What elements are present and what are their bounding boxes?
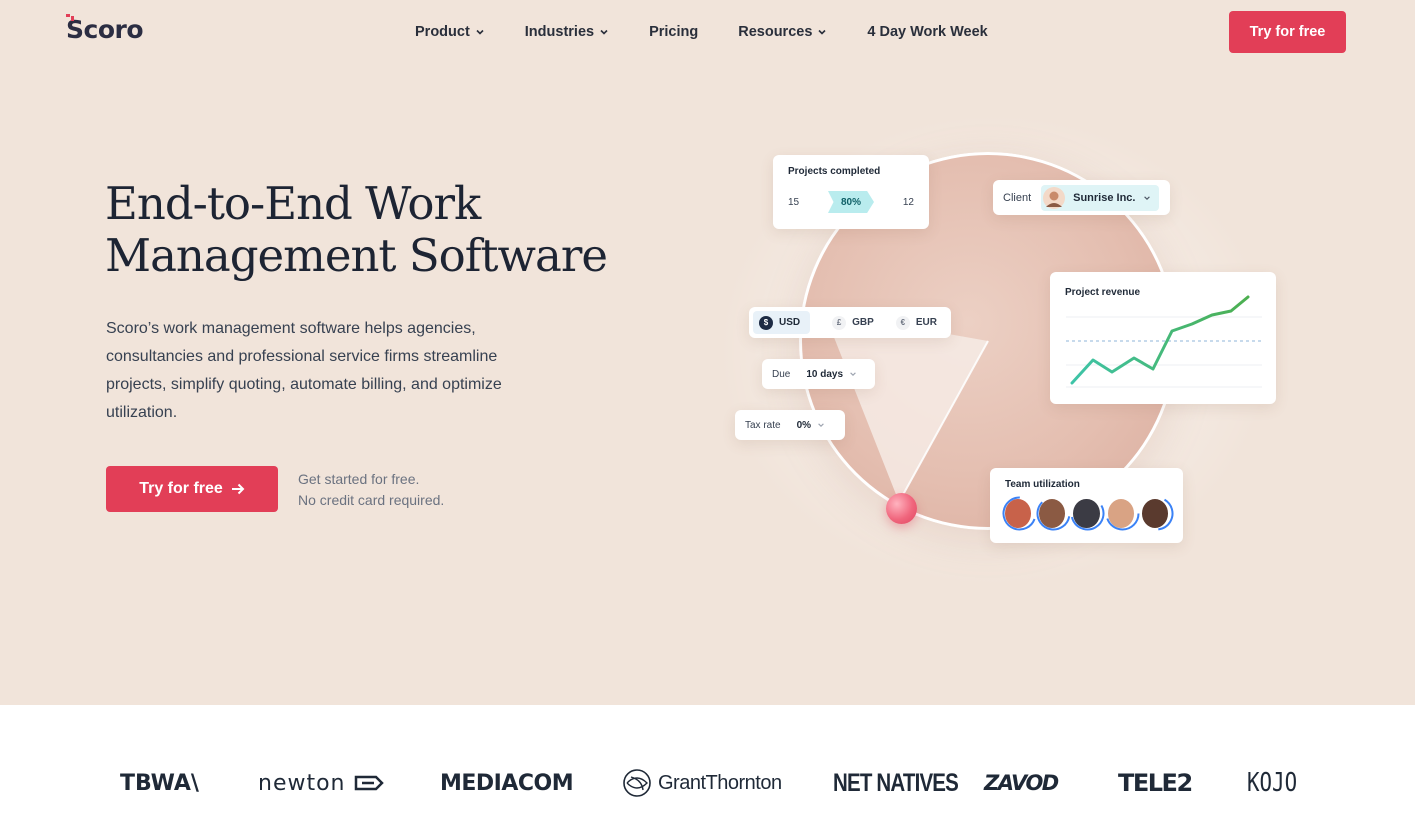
grant-thornton-swirl-icon [623, 769, 651, 797]
client-select[interactable]: Sunrise Inc. [1041, 184, 1160, 211]
headline-line-1: End-to-End Work [105, 177, 481, 230]
due-select[interactable]: 10 days [806, 369, 857, 380]
nav-item-industries[interactable]: Industries [525, 22, 609, 42]
avatar[interactable] [1036, 496, 1071, 531]
pound-icon: £ [832, 315, 847, 330]
chevron-down-icon [476, 29, 484, 35]
logo-mark-icon [66, 14, 74, 21]
chevron-down-icon [818, 423, 824, 427]
utilization-ring [1002, 496, 1037, 531]
projects-percent-badge: 80% [828, 191, 874, 213]
projects-row: 15 80% 12 [788, 191, 914, 213]
nav-item-pricing[interactable]: Pricing [649, 22, 698, 42]
project-revenue-card: Project revenue [1050, 272, 1276, 404]
projects-completed-card: Projects completed 15 80% 12 [773, 155, 929, 229]
tele2-logo: TELE2 [1118, 769, 1193, 797]
note-line-1: Get started for free. [298, 471, 420, 487]
nav-label: Product [415, 24, 470, 40]
currency-code: USD [779, 317, 801, 328]
utilization-ring [1036, 496, 1071, 531]
card-title: Team utilization [1005, 479, 1080, 490]
customer-logos-strip [0, 705, 1415, 821]
tax-select[interactable]: 0% [797, 420, 825, 431]
client-avatar [1043, 186, 1066, 209]
client-card: Client Sunrise Inc. [993, 180, 1170, 215]
tax-rate-card: Tax rate 0% [735, 410, 845, 440]
avatar[interactable] [1002, 496, 1037, 531]
mediacom-logo: MEDIACOM [440, 770, 574, 796]
euro-icon: € [895, 315, 910, 330]
currency-code: GBP [852, 317, 874, 328]
nav-item-4-day-work-week[interactable]: 4 Day Work Week [867, 22, 987, 42]
dollar-icon: $ [759, 315, 773, 330]
nav-item-resources[interactable]: Resources [738, 22, 827, 42]
avatar[interactable] [1070, 496, 1105, 531]
tax-label: Tax rate [745, 419, 781, 431]
chevron-down-icon [850, 372, 856, 376]
due-card: Due 10 days [762, 359, 875, 389]
pink-ball-decoration [886, 493, 917, 524]
team-utilization-card: Team utilization [990, 468, 1183, 543]
utilization-ring [1105, 496, 1140, 531]
currency-option-eur[interactable]: € EUR [895, 315, 937, 330]
newton-wordmark: newton [258, 770, 346, 796]
projects-right-value: 12 [902, 196, 914, 208]
chevron-down-icon [600, 29, 608, 35]
note-line-2: No credit card required. [298, 492, 445, 508]
revenue-line-chart [1066, 295, 1262, 388]
arrow-right-icon [231, 483, 245, 495]
tax-value: 0% [796, 419, 812, 431]
zavod-logo: ZAVOD [984, 771, 1059, 795]
try-for-free-nav-button[interactable]: Try for free [1229, 11, 1346, 53]
hero-description: Scoro’s work management software helps a… [106, 320, 502, 421]
revenue-line [1070, 295, 1250, 385]
newton-logo: newton [258, 765, 384, 801]
scoro-logo[interactable]: Scoro [66, 14, 144, 44]
currency-selector-card: $ USD £ GBP € EUR [749, 307, 951, 338]
avatar[interactable] [1139, 496, 1174, 531]
utilization-ring [1139, 496, 1174, 531]
tbwa-logo: TBWA\ [120, 770, 199, 796]
page-title: End-to-End Work Management Software [105, 178, 645, 282]
card-title: Projects completed [788, 166, 881, 177]
currency-code: EUR [915, 317, 937, 328]
nav-label: 4 Day Work Week [867, 24, 988, 40]
team-avatars [1002, 496, 1174, 531]
signup-note: Get started for free. No credit card req… [298, 469, 444, 511]
due-label: Due [772, 368, 791, 380]
grant-thornton-wordmark: GrantThornton [658, 771, 782, 794]
chevron-down-icon [818, 29, 826, 35]
currency-option-gbp[interactable]: £ GBP [832, 315, 874, 330]
main-nav: Product Industries Pricing Resources 4 D… [415, 22, 988, 42]
chevron-down-icon [1144, 195, 1151, 200]
grant-thornton-logo: GrantThornton [622, 765, 782, 801]
headline-line-2: Management Software [105, 229, 608, 282]
client-value: Sunrise Inc. [1073, 191, 1136, 204]
kojo-logo: KOJO [1247, 768, 1298, 798]
nav-label: Industries [524, 24, 595, 40]
try-for-free-hero-button[interactable]: Try for free [106, 466, 278, 512]
nav-item-product[interactable]: Product [415, 22, 485, 42]
client-label: Client [1003, 191, 1032, 204]
net-natives-logo: NET NATIVES [833, 768, 959, 797]
currency-option-usd[interactable]: $ USD [753, 311, 811, 334]
nav-label: Pricing [649, 24, 699, 40]
due-value: 10 days [806, 368, 844, 380]
nav-label: Resources [738, 24, 813, 40]
projects-left-value: 15 [788, 196, 800, 208]
avatar[interactable] [1105, 496, 1140, 531]
button-label: Try for free [139, 480, 223, 497]
logo-wordmark: Scoro [66, 14, 144, 44]
newton-arrow-icon [354, 775, 384, 791]
utilization-ring [1070, 496, 1105, 531]
